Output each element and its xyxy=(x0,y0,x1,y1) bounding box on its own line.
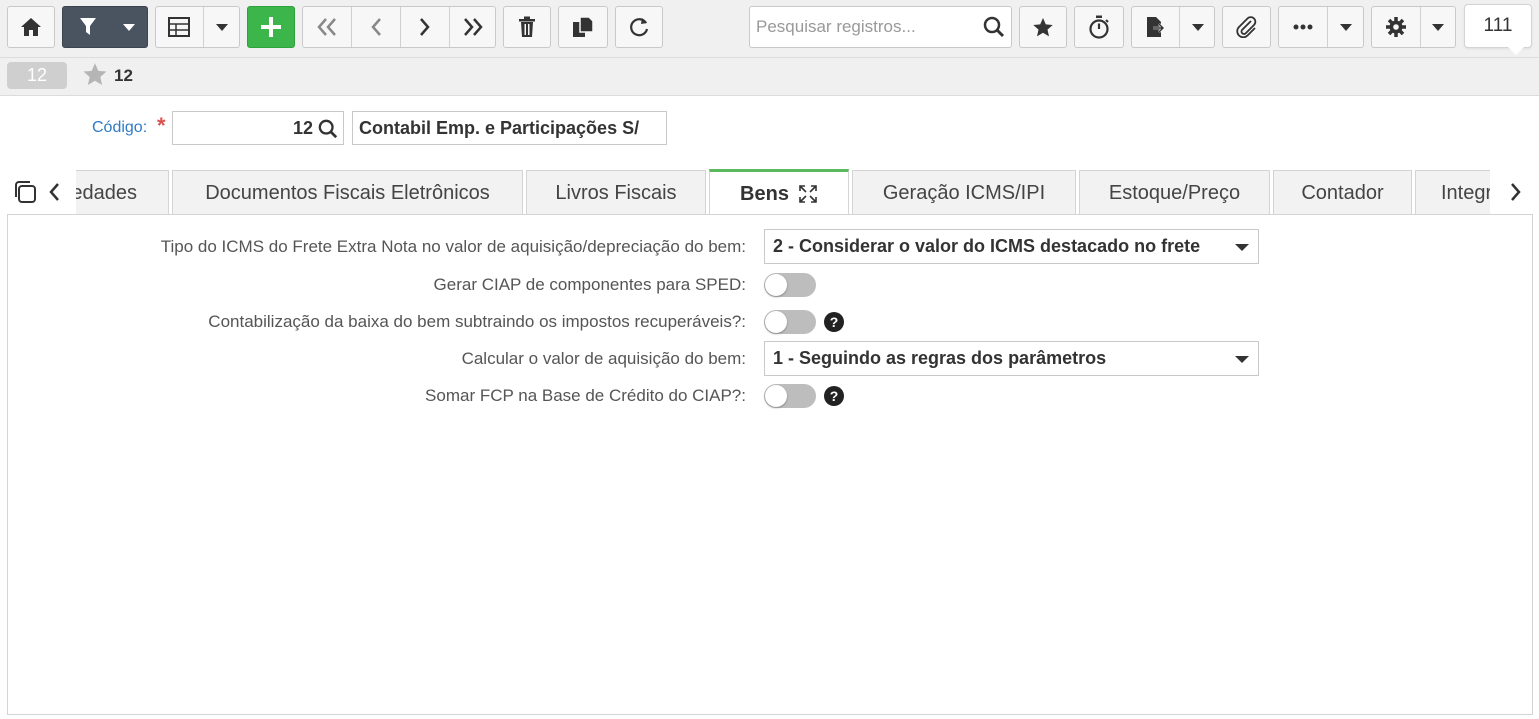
ellipsis-icon xyxy=(1293,24,1313,30)
grid-view-button[interactable] xyxy=(155,6,240,48)
prev-icon xyxy=(371,18,381,36)
chevron-left-icon[interactable] xyxy=(48,183,60,201)
home-button[interactable] xyxy=(7,6,55,48)
company-name-field[interactable]: Contabil Emp. e Participações S/ xyxy=(352,111,667,145)
first-record-button[interactable] xyxy=(303,7,351,47)
record-badge[interactable]: 12 xyxy=(7,62,67,89)
navigation-group xyxy=(302,6,496,48)
filter-icon xyxy=(80,18,96,35)
last-record-button[interactable] xyxy=(450,7,496,47)
delete-button[interactable] xyxy=(503,6,551,48)
caret-down-icon xyxy=(1235,356,1249,363)
paperclip-icon xyxy=(1235,16,1256,38)
gerar-ciap-toggle[interactable] xyxy=(764,273,816,297)
valor-aquisicao-label: Calcular o valor de aquisição do bem: xyxy=(461,349,746,368)
tab-label: Livros Fiscais xyxy=(555,181,677,204)
somar-fcp-label: Somar FCP na Base de Crédito do CIAP?: xyxy=(425,386,746,405)
code-label: Código: xyxy=(92,119,148,136)
add-button[interactable] xyxy=(247,6,295,48)
tab-contador[interactable]: Contador xyxy=(1273,170,1412,215)
favorite-button[interactable] xyxy=(1019,6,1067,48)
copy-tabs-icon[interactable] xyxy=(13,180,37,204)
tab-label: Integração xyxy=(1441,181,1490,204)
tab-estoque-preco[interactable]: Estoque/Preço xyxy=(1079,170,1270,215)
stopwatch-icon xyxy=(1089,15,1109,39)
somar-fcp-toggle[interactable] xyxy=(764,384,816,408)
baixa-bem-label: Contabilização da baixa do bem subtraind… xyxy=(208,312,746,331)
refresh-button[interactable] xyxy=(615,6,663,48)
previous-record-button[interactable] xyxy=(352,7,400,47)
gerar-ciap-label: Gerar CIAP de componentes para SPED: xyxy=(433,275,746,294)
tab-label: Bens xyxy=(740,182,789,205)
more-actions-button[interactable] xyxy=(1278,6,1364,48)
settings-button[interactable] xyxy=(1371,6,1456,48)
tab-label: Geração ICMS/IPI xyxy=(882,181,1046,204)
star-icon[interactable] xyxy=(82,62,108,87)
code-value: 12 xyxy=(292,118,313,138)
tab-bens[interactable]: Bens xyxy=(709,169,849,215)
chevron-down-icon[interactable] xyxy=(1432,24,1444,32)
filter-button[interactable] xyxy=(62,6,148,48)
tab-strip: Propriedades Documentos Fiscais Eletrôni… xyxy=(0,168,1539,215)
tab-label: Contador xyxy=(1301,181,1384,204)
search-field[interactable] xyxy=(749,6,1012,48)
main-toolbar: 111 xyxy=(0,0,1539,58)
record-bar: 12 12 xyxy=(0,58,1539,96)
caret-down-icon xyxy=(1235,244,1249,251)
trash-icon xyxy=(519,16,535,37)
tab-documentos-fiscais[interactable]: Documentos Fiscais Eletrônicos xyxy=(172,170,523,215)
plus-icon xyxy=(261,17,281,37)
chevron-down-icon[interactable] xyxy=(216,24,228,32)
help-icon[interactable]: ? xyxy=(824,386,844,406)
search-input[interactable] xyxy=(756,15,976,39)
help-icon[interactable]: ? xyxy=(824,312,844,332)
next-icon xyxy=(420,18,430,36)
timer-button[interactable] xyxy=(1074,6,1124,48)
search-icon[interactable] xyxy=(318,119,338,139)
gear-icon xyxy=(1386,17,1406,37)
baixa-bem-toggle[interactable] xyxy=(764,310,816,334)
tab-label: Documentos Fiscais Eletrônicos xyxy=(205,181,490,204)
toggle-knob xyxy=(765,274,787,296)
copy-icon xyxy=(573,16,594,37)
star-icon xyxy=(1033,17,1053,36)
home-icon xyxy=(21,18,41,36)
valor-aquisicao-value: 1 - Seguindo as regras dos parâmetros xyxy=(773,348,1107,368)
chevron-down-icon[interactable] xyxy=(123,24,135,32)
company-name-value: Contabil Emp. e Participações S/ xyxy=(359,118,640,138)
tab-label: Propriedades xyxy=(76,181,137,204)
tab-geracao-icms[interactable]: Geração ICMS/IPI xyxy=(852,170,1076,215)
export-icon xyxy=(1147,17,1165,37)
chevron-down-icon[interactable] xyxy=(1340,24,1352,32)
icms-frete-label: Tipo do ICMS do Frete Extra Nota no valo… xyxy=(160,237,746,256)
duplicate-button[interactable] xyxy=(558,6,608,48)
toggle-knob xyxy=(765,311,787,333)
code-field[interactable]: 12 xyxy=(172,111,344,145)
chevron-down-icon[interactable] xyxy=(1192,24,1204,32)
tab-livros-fiscais[interactable]: Livros Fiscais xyxy=(526,170,706,215)
expand-icon[interactable] xyxy=(798,184,818,204)
valor-aquisicao-select[interactable]: 1 - Seguindo as regras dos parâmetros xyxy=(764,341,1259,376)
tab-label: Estoque/Preço xyxy=(1108,181,1241,204)
chevron-right-icon[interactable] xyxy=(1510,183,1522,201)
icms-frete-select[interactable]: 2 - Considerar o valor do ICMS destacado… xyxy=(764,229,1259,264)
search-icon[interactable] xyxy=(983,16,1005,38)
next-record-button[interactable] xyxy=(401,7,449,47)
record-counter: 111 xyxy=(1464,4,1532,48)
tab-propriedades[interactable]: Propriedades xyxy=(76,170,169,215)
first-icon xyxy=(317,18,336,36)
attachments-button[interactable] xyxy=(1222,6,1271,48)
last-icon xyxy=(464,18,483,36)
required-marker: * xyxy=(157,113,166,138)
tab-integracao[interactable]: Integração xyxy=(1415,170,1490,215)
favorite-record-id: 12 xyxy=(114,66,133,85)
export-button[interactable] xyxy=(1131,6,1215,48)
refresh-icon xyxy=(630,18,649,37)
toggle-knob xyxy=(765,385,787,407)
icms-frete-value: 2 - Considerar o valor do ICMS destacado… xyxy=(773,236,1201,256)
grid-icon xyxy=(168,17,190,37)
record-counter-pointer xyxy=(1508,47,1524,55)
tab-list: Propriedades Documentos Fiscais Eletrôni… xyxy=(76,168,1490,215)
